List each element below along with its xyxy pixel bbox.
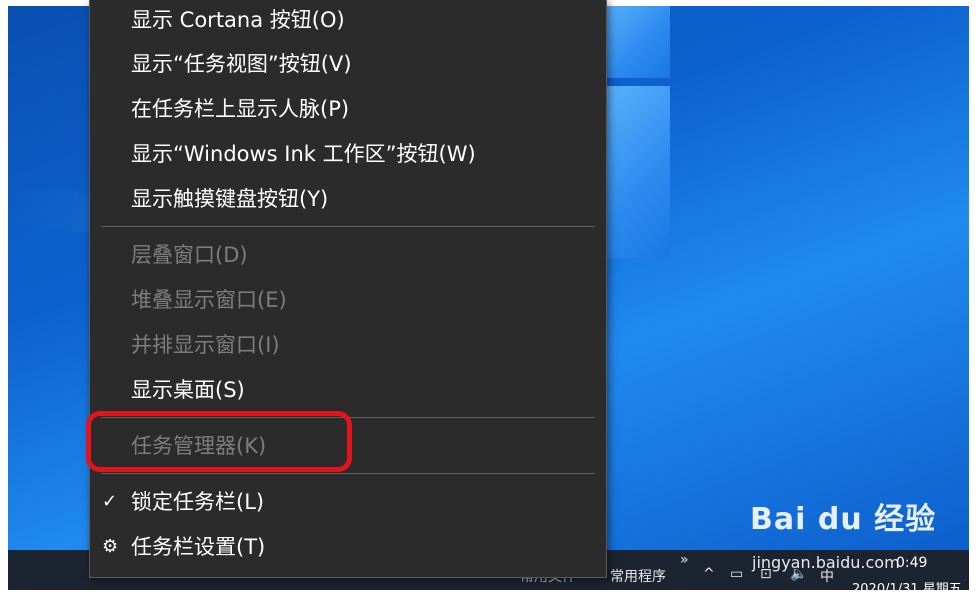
menu-item-label: 并排显示窗口(I) — [131, 333, 280, 357]
menu-item-label: 显示 Cortana 按钮(O) — [131, 8, 345, 32]
menu-item-label: 堆叠显示窗口(E) — [131, 288, 287, 312]
menu-item-stack-windows[interactable]: 堆叠显示窗口(E) — [90, 280, 606, 320]
menu-item-show-people[interactable]: 在任务栏上显示人脉(P) — [90, 89, 606, 129]
menu-item-show-cortana[interactable]: 显示 Cortana 按钮(O) — [90, 0, 606, 40]
wallpaper-window-pane — [598, 86, 670, 258]
menu-separator — [101, 226, 595, 227]
menu-item-label: 显示触摸键盘按钮(Y) — [131, 187, 329, 211]
menu-item-cascade-windows[interactable]: 层叠窗口(D) — [90, 235, 606, 275]
menu-separator — [101, 473, 595, 474]
menu-item-label: 层叠窗口(D) — [131, 243, 248, 267]
menu-item-taskbar-settings[interactable]: ⚙ 任务栏设置(T) — [90, 527, 606, 567]
checkmark-icon: ✓ — [102, 491, 118, 512]
menu-item-label: 显示“任务视图”按钮(V) — [131, 52, 352, 76]
toolbar-overflow-icon[interactable]: » — [680, 552, 689, 568]
clock-date[interactable]: 2020/1/31 星期五 — [852, 578, 962, 597]
wallpaper-window-pane — [598, 6, 670, 78]
tray-chevron-icon[interactable]: ^ — [703, 566, 715, 582]
toolbar-label-programs[interactable]: 常用程序 — [610, 566, 666, 586]
menu-item-show-ink-workspace[interactable]: 显示“Windows Ink 工作区”按钮(W) — [90, 134, 606, 174]
taskbar-context-menu: 显示 Cortana 按钮(O) 显示“任务视图”按钮(V) 在任务栏上显示人脉… — [89, 0, 607, 578]
battery-icon[interactable]: ▭ — [730, 566, 743, 582]
gear-icon: ⚙ — [102, 536, 119, 557]
menu-item-label: 任务栏设置(T) — [131, 535, 266, 559]
menu-item-side-by-side-windows[interactable]: 并排显示窗口(I) — [90, 325, 606, 365]
menu-item-show-touch-keyboard[interactable]: 显示触摸键盘按钮(Y) — [90, 179, 606, 219]
menu-item-label: 在任务栏上显示人脉(P) — [131, 97, 350, 121]
menu-item-label: 显示桌面(S) — [131, 378, 245, 402]
clock-time[interactable]: 0:49 — [896, 555, 927, 571]
menu-item-lock-taskbar[interactable]: ✓ 锁定任务栏(L) — [90, 482, 606, 522]
menu-item-label: 显示“Windows Ink 工作区”按钮(W) — [131, 142, 476, 166]
menu-item-show-desktop[interactable]: 显示桌面(S) — [90, 370, 606, 410]
baidu-watermark-url: jingyan.baidu.com — [752, 553, 900, 572]
menu-item-show-task-view[interactable]: 显示“任务视图”按钮(V) — [90, 44, 606, 84]
baidu-watermark-logo: Bai du 经验 — [750, 502, 937, 537]
menu-item-label: 锁定任务栏(L) — [131, 490, 265, 514]
annotation-highlight-ring — [86, 411, 352, 472]
